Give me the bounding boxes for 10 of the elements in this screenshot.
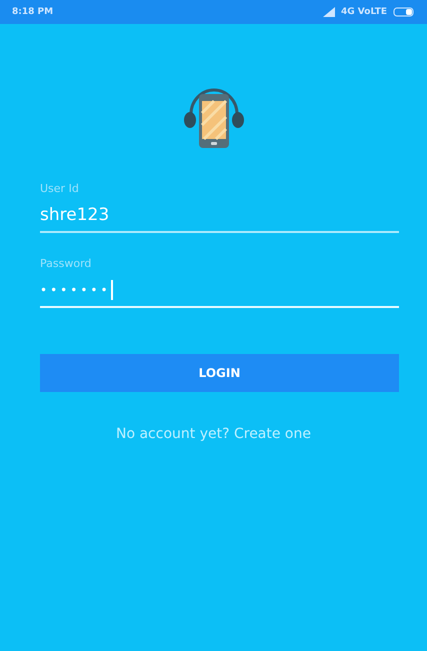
field-label: User Id	[40, 182, 80, 195]
signal-icon	[323, 7, 336, 17]
status-time: 8:18 PM	[12, 7, 54, 17]
password-field[interactable]: •••••••	[40, 274, 399, 308]
network-type: 4G VoLTE	[341, 7, 387, 17]
battery-icon	[393, 7, 415, 17]
login-button[interactable]: LOGIN	[40, 354, 399, 392]
create-account-link[interactable]: No account yet? Create one	[116, 426, 311, 442]
user-id-field[interactable]: shre123	[40, 199, 399, 233]
field-label: Password	[40, 257, 92, 270]
